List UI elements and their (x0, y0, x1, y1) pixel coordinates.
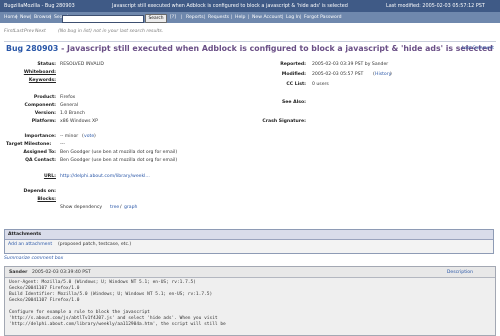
cc-list-label: CC List: (286, 82, 306, 87)
platform-value: x86 Windows XP (60, 119, 98, 124)
nav-browse[interactable]: Browse (34, 15, 51, 21)
bug-id[interactable]: Bug 280903 (6, 44, 58, 53)
keywords-label[interactable]: Keywords: (29, 78, 56, 84)
history-link[interactable]: History (375, 72, 391, 78)
qa-contact-label: QA Contact: (25, 158, 56, 163)
last-modified: Last modified: 2005-02-03 05:57:12 PST (386, 2, 485, 9)
comment-line: Build Identifier: Mozilla/5.0 (Windows; … (9, 292, 213, 297)
product-label: Product: (33, 95, 56, 100)
reported-label: Reported: (280, 62, 306, 67)
comment-line: 'http://delphi.about.com/library/weekly/… (9, 322, 226, 327)
nav-reports[interactable]: Reports (186, 15, 204, 21)
nav-forgot-password[interactable]: Forgot Password (304, 15, 342, 21)
dependency-graph-link[interactable]: graph (124, 205, 137, 211)
comment-line: Gecko/20041107 Firefox/1.0 (9, 286, 80, 291)
assigned-to-label: Assigned To: (23, 150, 56, 155)
attachments-table: Attachments Add an attachment (proposed … (4, 229, 494, 254)
add-attachment-note: (proposed patch, testcase, etc.) (58, 242, 132, 247)
url-label[interactable]: URL: (44, 174, 56, 180)
assigned-to-value: Ben Goodger (use ben at mozilla dot org … (60, 150, 178, 155)
nav-new[interactable]: New (20, 15, 30, 21)
component-label: Component: (24, 103, 56, 108)
nav-help[interactable]: Help (235, 15, 245, 21)
comment-line: Gecko/20041107 Firefox/1.0 (9, 298, 80, 303)
prev-link[interactable]: Prev (24, 29, 34, 35)
nav-requests[interactable]: Requests (208, 15, 229, 21)
nav-sep: | (181, 15, 183, 20)
bug-summary: - Javascript still executed when Adblock… (61, 44, 493, 53)
comment-line: 'http://s.about.com/js/abtlTv1f4J07.js' … (9, 316, 218, 321)
version-label: Version: (34, 111, 56, 116)
search-note: (No bug in list) not in your last search… (58, 29, 164, 34)
comment-author[interactable]: Sander (9, 270, 27, 276)
nav-sep: | (204, 15, 206, 20)
comment-line: Configure for example a rule to block th… (9, 310, 150, 315)
nav-sep: | (300, 15, 302, 20)
nav-sep: | (16, 15, 18, 20)
platform-label: Platform: (31, 119, 56, 124)
cc-list-value: 0 users (312, 82, 329, 87)
title-banner: BugzillaMozilla - Bug 280903 Javascript … (0, 0, 500, 12)
quick-search-input[interactable] (62, 14, 144, 23)
status-label: Status: (37, 62, 56, 67)
attachments-title: Attachments (8, 232, 42, 237)
search-button[interactable]: Search (145, 14, 167, 23)
attachments-header: Attachments (5, 230, 493, 240)
comment-date: 2005-02-03 03:39:40 PST (32, 270, 91, 275)
window-title: Javascript still executed when Adblock i… (112, 2, 348, 9)
reported-value: 2005-02-03 03:39 PST by Sander (312, 62, 389, 67)
nav-sep: | (282, 15, 284, 20)
dependency-tree-link[interactable]: tree (110, 205, 119, 211)
qa-contact-value: Ben Goodger (use ben at mozilla dot org … (60, 158, 178, 163)
next-link[interactable]: Next (35, 29, 46, 35)
nav-sep: | (248, 15, 250, 20)
version-value: 1.0 Branch (60, 111, 85, 116)
url-value[interactable]: http://delphi.about.com/library/weekl... (60, 174, 150, 180)
add-attachment-link[interactable]: Add an attachment (8, 242, 52, 248)
last-comment-link[interactable]: Last Comment (462, 46, 494, 51)
crash-signature-label: Crash Signature: (262, 119, 306, 124)
summarize-comment-link[interactable]: Summarize comment box (4, 256, 63, 262)
page-title: Bug 280903 - Javascript still executed w… (6, 44, 493, 53)
title-divider (4, 41, 496, 42)
importance-label: Importance: (24, 134, 56, 139)
modified-value: 2005-02-03 05:57 PST (312, 72, 364, 77)
blocks-label[interactable]: Blocks: (37, 197, 56, 203)
importance-value: -- minor (60, 134, 79, 139)
target-milestone-value: --- (60, 142, 65, 147)
first-link[interactable]: First (4, 29, 14, 35)
show-dependency-text: Show dependency (60, 205, 103, 210)
vote-link[interactable]: vote (84, 134, 94, 140)
component-value: General (60, 103, 79, 108)
nav-new-account[interactable]: New Account (252, 15, 282, 21)
comment-description-link[interactable]: Description (447, 270, 473, 276)
app-title: BugzillaMozilla - Bug 280903 (4, 2, 75, 9)
comment-header: Sander 2005-02-03 03:39:40 PST Descripti… (5, 267, 495, 278)
nav-sep: | (30, 15, 32, 20)
nav-sep: | (50, 15, 52, 20)
depends-on-label: Depends on: (23, 189, 57, 194)
nav-log-in[interactable]: Log In (286, 15, 300, 21)
last-link[interactable]: Last (14, 29, 24, 35)
comment-line: User-Agent: Mozilla/5.0 (Windows; U; Win… (9, 280, 196, 285)
target-milestone-label: Target Milestone: (6, 142, 52, 147)
see-also-label: See Also: (282, 100, 306, 105)
comment-block: Sander 2005-02-03 03:39:40 PST Descripti… (4, 266, 496, 336)
whiteboard-label[interactable]: Whiteboard: (24, 70, 56, 76)
product-value: Firefox (60, 95, 76, 100)
nav-sep: | (231, 15, 233, 20)
nav-help-q[interactable]: [?] (170, 15, 176, 21)
modified-label: Modified: (281, 72, 306, 77)
status-value: RESOLVED INVALID (60, 62, 104, 67)
